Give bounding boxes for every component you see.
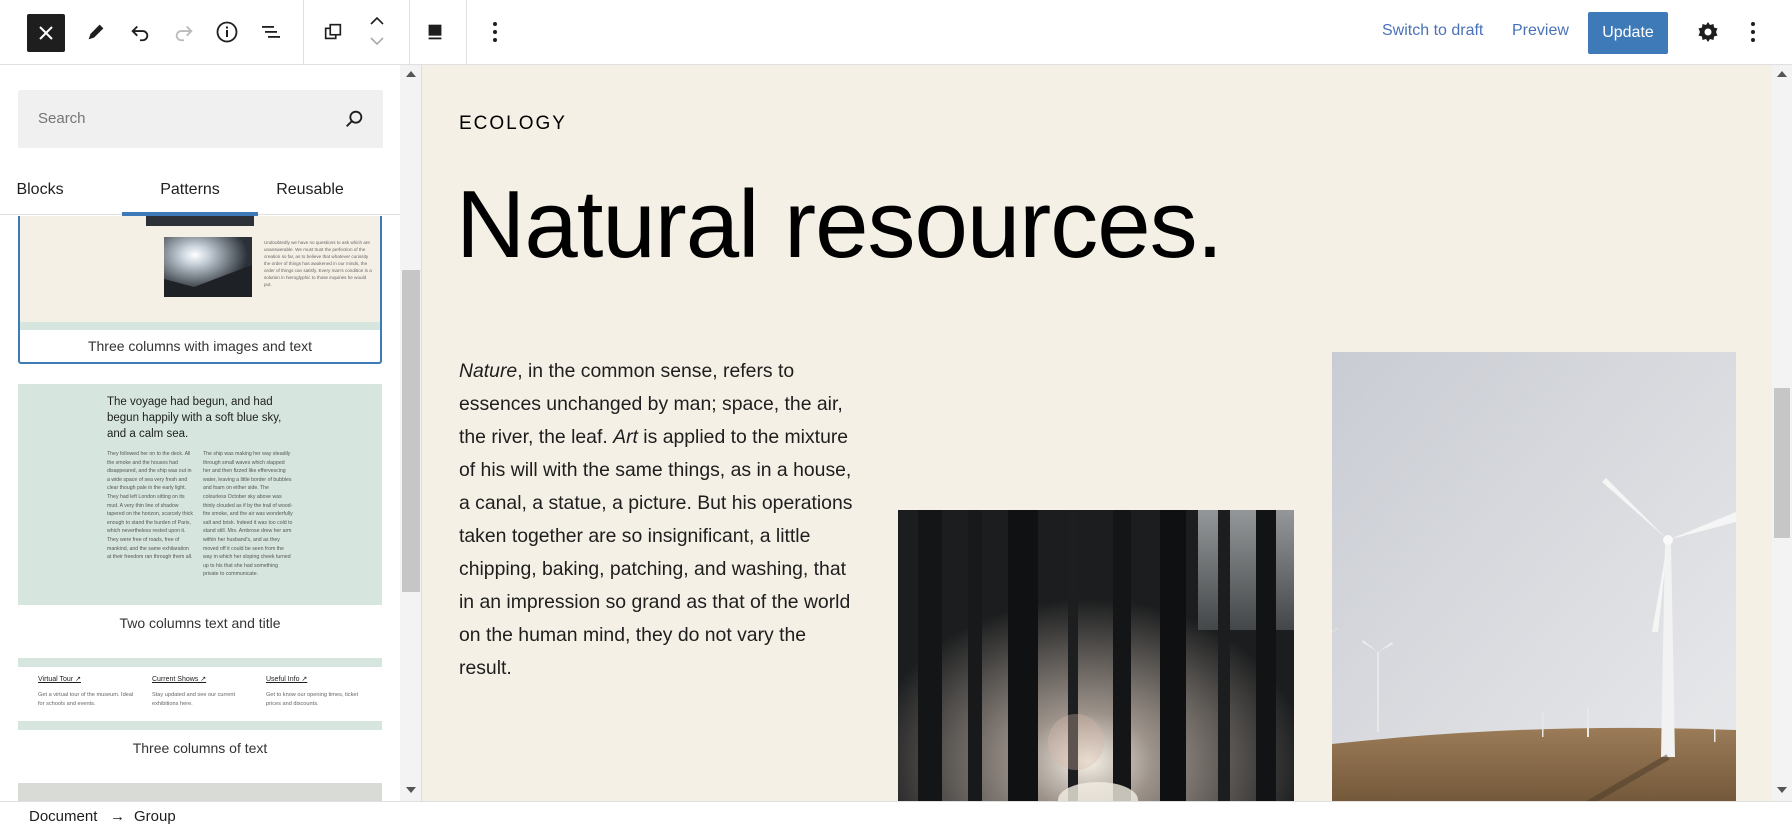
scroll-down-arrow[interactable] [1777,787,1787,793]
post-category[interactable]: ECOLOGY [459,113,567,135]
tab-reusable[interactable]: Reusable [268,165,352,215]
block-options-button[interactable] [477,14,513,50]
breadcrumb-group[interactable]: Group [134,808,176,825]
undo-icon [131,25,149,42]
editor-toolbar: Switch to draft Preview Update [0,0,1792,65]
pattern-image [146,216,254,226]
toolbar-divider [466,0,467,65]
pattern-column: Virtual Tour ↗ Get a virtual tour of the… [38,675,138,709]
pencil-icon [88,24,104,40]
pattern-column-text: Get a virtual tour of the museum. Ideal … [38,692,134,707]
pattern-preview-text: Undoubtedly we have no questions to ask … [264,240,372,287]
scroll-up-arrow[interactable] [406,71,416,77]
emphasis-art: Art [613,426,638,448]
list-view-icon [262,26,280,38]
pattern-preview: Virtual Tour ↗ Get a virtual tour of the… [18,658,382,730]
search-placeholder: Search [38,110,86,127]
chevron-down-icon [370,37,384,46]
list-view-button[interactable] [253,14,289,50]
preview-button[interactable]: Preview [1512,22,1569,40]
breadcrumb-separator: → [110,808,125,825]
inserter-tabs: Blocks Patterns Reusable [0,165,400,216]
pattern-preview-column: The ship was making her way steadily thr… [203,451,293,578]
toolbar-divider [303,0,304,65]
pattern-next-preview[interactable] [18,783,382,801]
editor-canvas[interactable]: ECOLOGY Natural resources. Nature, in th… [422,65,1772,801]
tools-button[interactable] [78,14,114,50]
search-icon [346,110,363,127]
transform-block-button[interactable] [315,14,351,50]
move-up-button[interactable] [359,12,395,30]
move-down-button[interactable] [359,32,395,50]
search-input[interactable]: Search [18,90,383,148]
emphasis-nature: Nature [459,360,518,382]
pattern-preview: Undoubtedly we have no questions to ask … [18,216,382,330]
chevron-up-icon [370,16,384,25]
scroll-up-arrow[interactable] [1777,71,1787,77]
block-breadcrumb: Document → Group [0,801,1792,829]
post-paragraph[interactable]: Nature, in the common sense, refers to e… [459,355,859,685]
sidebar-scrollbar-thumb[interactable] [402,270,420,592]
pattern-label-box: Three columns with images and text [18,330,382,364]
info-icon [216,21,238,43]
pattern-column-title: Virtual Tour ↗ [38,676,81,683]
pattern-column-text: Get to know our opening times, ticket pr… [266,692,359,707]
pattern-preview-title: The voyage had begun, and had begun happ… [107,396,282,440]
more-vertical-icon [1751,22,1755,42]
pattern-column: Current Shows ↗ Stay updated and see our… [152,675,252,709]
tab-patterns[interactable]: Patterns [122,165,258,216]
block-inserter-panel: Search Blocks Patterns Reusable Undoubte… [0,65,400,801]
wind-turbine-image[interactable] [1332,352,1736,801]
toolbar-divider [409,0,410,65]
pattern-two-columns-text-title[interactable]: The voyage had begun, and had begun happ… [18,384,382,631]
redo-button[interactable] [166,14,202,50]
tab-blocks[interactable]: Blocks [0,165,80,215]
gear-icon [1698,22,1718,42]
close-button[interactable] [27,14,65,52]
close-icon [39,26,53,40]
pattern-list: Undoubtedly we have no questions to ask … [0,216,400,801]
pattern-column-title: Useful Info ↗ [266,676,308,683]
options-menu-button[interactable] [1735,14,1771,50]
redo-icon [175,25,193,42]
canvas-scrollbar-thumb[interactable] [1774,388,1790,538]
align-icon [428,24,442,40]
copy-block-icon [324,23,342,40]
pattern-column-text: Stay updated and see our current exhibit… [152,692,236,707]
pattern-column: Useful Info ↗ Get to know our opening ti… [266,675,366,709]
pattern-three-columns-text[interactable]: Virtual Tour ↗ Get a virtual tour of the… [18,658,382,756]
block-align-button[interactable] [417,14,453,50]
details-button[interactable] [209,14,245,50]
update-button[interactable]: Update [1588,12,1668,54]
pattern-preview: The voyage had begun, and had begun happ… [18,384,382,605]
scroll-down-arrow[interactable] [406,787,416,793]
pattern-label: Three columns of text [132,740,268,756]
pattern-label: Three columns with images and text [87,338,313,354]
pattern-image [164,237,252,297]
post-headline[interactable]: Natural resources. [456,170,1223,280]
paragraph-text: is applied to the mixture of his will wi… [459,426,853,679]
pattern-preview-column: They followed her on to the deck. All th… [107,451,193,561]
pattern-label: Two columns text and title [119,615,281,631]
forest-image[interactable] [898,510,1294,801]
more-vertical-icon [493,22,497,42]
pattern-three-columns-images-text[interactable]: Undoubtedly we have no questions to ask … [18,216,382,364]
pattern-footer-band [20,322,380,330]
breadcrumb-document[interactable]: Document [29,808,97,825]
settings-button[interactable] [1690,14,1726,50]
pattern-column-title: Current Shows ↗ [152,676,207,683]
switch-to-draft-button[interactable]: Switch to draft [1382,22,1483,40]
undo-button[interactable] [122,14,158,50]
